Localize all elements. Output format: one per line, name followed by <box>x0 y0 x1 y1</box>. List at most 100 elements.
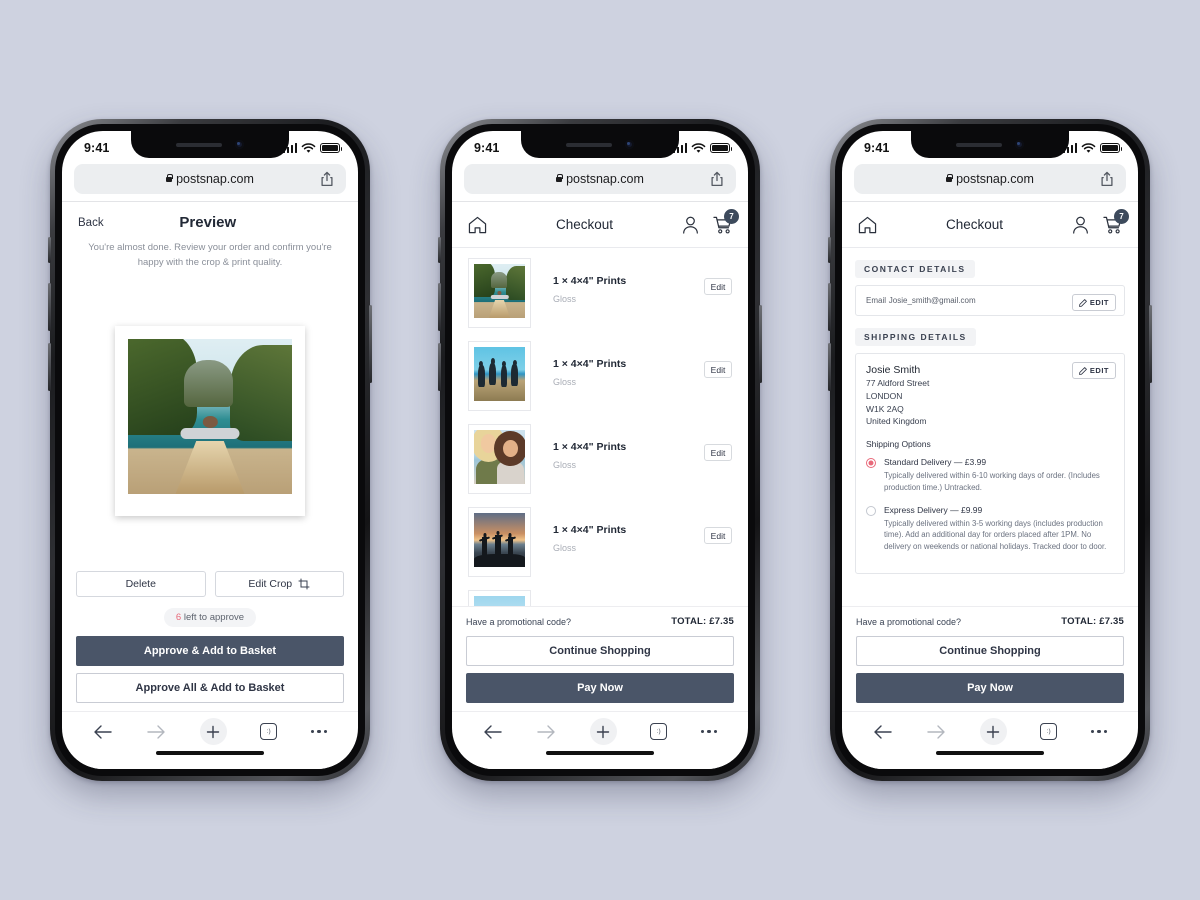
cart-item[interactable]: 1 × 4×4" Prints Gloss Edit <box>452 258 748 341</box>
arrow-left-icon[interactable] <box>483 724 503 740</box>
power-button[interactable] <box>1149 305 1152 383</box>
pay-now-button[interactable]: Pay Now <box>466 673 734 703</box>
address-bar[interactable]: postsnap.com <box>854 164 1126 194</box>
more-dots-icon[interactable] <box>1090 729 1108 734</box>
volume-up-button[interactable] <box>828 283 831 331</box>
cart-item[interactable] <box>452 590 748 606</box>
cart-item[interactable]: 1 × 4×4" Prints Gloss Edit <box>452 424 748 507</box>
continue-shopping-button[interactable]: Continue Shopping <box>466 636 734 666</box>
power-button[interactable] <box>369 305 372 383</box>
edit-shipping-button[interactable]: EDIT <box>1071 362 1116 379</box>
item-edit-button[interactable]: Edit <box>704 361 732 378</box>
express-delivery-text: Express Delivery — £9.99 Typically deliv… <box>884 505 1114 553</box>
address-bar[interactable]: postsnap.com <box>464 164 736 194</box>
share-icon[interactable] <box>1100 171 1114 187</box>
cart-button[interactable]: 7 <box>1103 208 1129 234</box>
radio-standard-delivery[interactable] <box>866 458 876 469</box>
home-icon[interactable] <box>858 216 877 234</box>
silent-switch[interactable] <box>438 237 441 263</box>
arrow-right-icon[interactable] <box>536 724 556 740</box>
tabs-glyph: :) <box>266 728 271 735</box>
checkout-header: Checkout 7 <box>452 202 748 248</box>
checkout-details-body[interactable]: CONTACT DETAILS EDIT Email Josie_smith@g… <box>842 248 1138 606</box>
approve-all-add-basket-button[interactable]: Approve All & Add to Basket <box>76 673 344 703</box>
cart-item[interactable]: 1 × 4×4" Prints Gloss Edit <box>452 341 748 424</box>
phone-checkout-details: 9:41 postsnap.com Checkout 7 CONTACT DET… <box>828 119 1152 781</box>
item-name: 1 × 4×4" Prints <box>553 441 627 453</box>
home-indicator[interactable] <box>546 751 654 755</box>
new-tab-button[interactable] <box>589 718 617 745</box>
volume-down-button[interactable] <box>48 343 51 391</box>
new-tab-button[interactable] <box>979 718 1007 745</box>
safari-toolbar: :) <box>62 711 358 751</box>
item-thumbnail-frame <box>468 424 531 494</box>
home-indicator[interactable] <box>936 751 1044 755</box>
volume-up-button[interactable] <box>48 283 51 331</box>
arrow-left-icon[interactable] <box>873 724 893 740</box>
item-edit-button[interactable]: Edit <box>704 444 732 461</box>
item-edit-button[interactable]: Edit <box>704 278 732 295</box>
item-edit-button[interactable]: Edit <box>704 527 732 544</box>
phone-bezel: 9:41 post <box>835 124 1145 776</box>
edit-crop-button[interactable]: Edit Crop <box>214 571 344 597</box>
wifi-icon <box>691 142 706 153</box>
share-icon[interactable] <box>320 171 334 187</box>
arrow-right-icon[interactable] <box>146 724 166 740</box>
silent-switch[interactable] <box>48 237 51 263</box>
cityscape-photo <box>474 596 525 606</box>
arrow-right-icon[interactable] <box>926 724 946 740</box>
radio-express-delivery[interactable] <box>866 505 876 516</box>
volume-up-button[interactable] <box>438 283 441 331</box>
lock-icon <box>166 173 174 182</box>
phone2-screen: 9:41 postsnap.com Checkout 7 1 × 4×4" Pr… <box>452 131 748 769</box>
url-text: postsnap.com <box>176 172 254 186</box>
cart-button[interactable]: 7 <box>713 208 739 234</box>
tabs-icon[interactable]: :) <box>1040 723 1058 740</box>
new-tab-button[interactable] <box>199 718 227 745</box>
standard-delivery-desc: Typically delivered within 6-10 working … <box>884 471 1100 492</box>
promo-code-link[interactable]: Have a promotional code? <box>856 617 961 627</box>
phone-bezel: 9:41 post <box>445 124 755 776</box>
cart-item-list[interactable]: 1 × 4×4" Prints Gloss Edit 1 × 4×4" Prin… <box>452 248 748 606</box>
contact-details-label: CONTACT DETAILS <box>855 260 975 278</box>
shipping-address-line: LONDON <box>866 390 903 401</box>
share-icon[interactable] <box>710 171 724 187</box>
shipping-option-standard[interactable]: Standard Delivery — £3.99 Typically deli… <box>866 457 1114 493</box>
cart-badge: 7 <box>1114 208 1129 224</box>
item-finish: Gloss <box>553 543 577 553</box>
url-text: postsnap.com <box>956 172 1034 186</box>
volume-down-button[interactable] <box>828 343 831 391</box>
home-indicator[interactable] <box>156 751 264 755</box>
tabs-glyph: :) <box>1046 728 1051 735</box>
volume-down-button[interactable] <box>438 343 441 391</box>
address-bar[interactable]: postsnap.com <box>74 164 346 194</box>
status-indicators <box>1062 142 1122 154</box>
pay-now-button[interactable]: Pay Now <box>856 673 1124 703</box>
silent-switch[interactable] <box>828 237 831 263</box>
item-name: 1 × 4×4" Prints <box>553 275 627 287</box>
more-dots-icon[interactable] <box>700 729 718 734</box>
shipping-option-express[interactable]: Express Delivery — £9.99 Typically deliv… <box>866 505 1114 553</box>
pencil-icon <box>1079 366 1087 375</box>
tabs-icon[interactable]: :) <box>650 723 668 740</box>
browser-chrome: postsnap.com <box>452 161 748 201</box>
delete-button[interactable]: Delete <box>76 571 206 597</box>
cart-item[interactable]: 1 × 4×4" Prints Gloss Edit <box>452 507 748 590</box>
tabs-icon[interactable]: :) <box>260 723 278 740</box>
back-link[interactable]: Back <box>78 217 104 229</box>
edit-contact-button[interactable]: EDIT <box>1071 294 1116 311</box>
item-thumbnail-frame <box>468 258 531 328</box>
arrow-left-icon[interactable] <box>93 724 113 740</box>
home-icon[interactable] <box>468 216 487 234</box>
photo-frame[interactable] <box>115 325 305 516</box>
promo-code-link[interactable]: Have a promotional code? <box>466 617 571 627</box>
contact-details-card: EDIT Email Josie_smith@gmail.com <box>855 285 1125 316</box>
person-icon[interactable] <box>682 216 699 234</box>
more-dots-icon[interactable] <box>310 729 328 734</box>
person-icon[interactable] <box>1072 216 1089 234</box>
promo-row: Have a promotional code? TOTAL: £7.35 <box>856 616 1124 627</box>
power-button[interactable] <box>759 305 762 383</box>
approve-add-basket-button[interactable]: Approve & Add to Basket <box>76 636 344 666</box>
item-finish: Gloss <box>553 460 577 470</box>
continue-shopping-button[interactable]: Continue Shopping <box>856 636 1124 666</box>
